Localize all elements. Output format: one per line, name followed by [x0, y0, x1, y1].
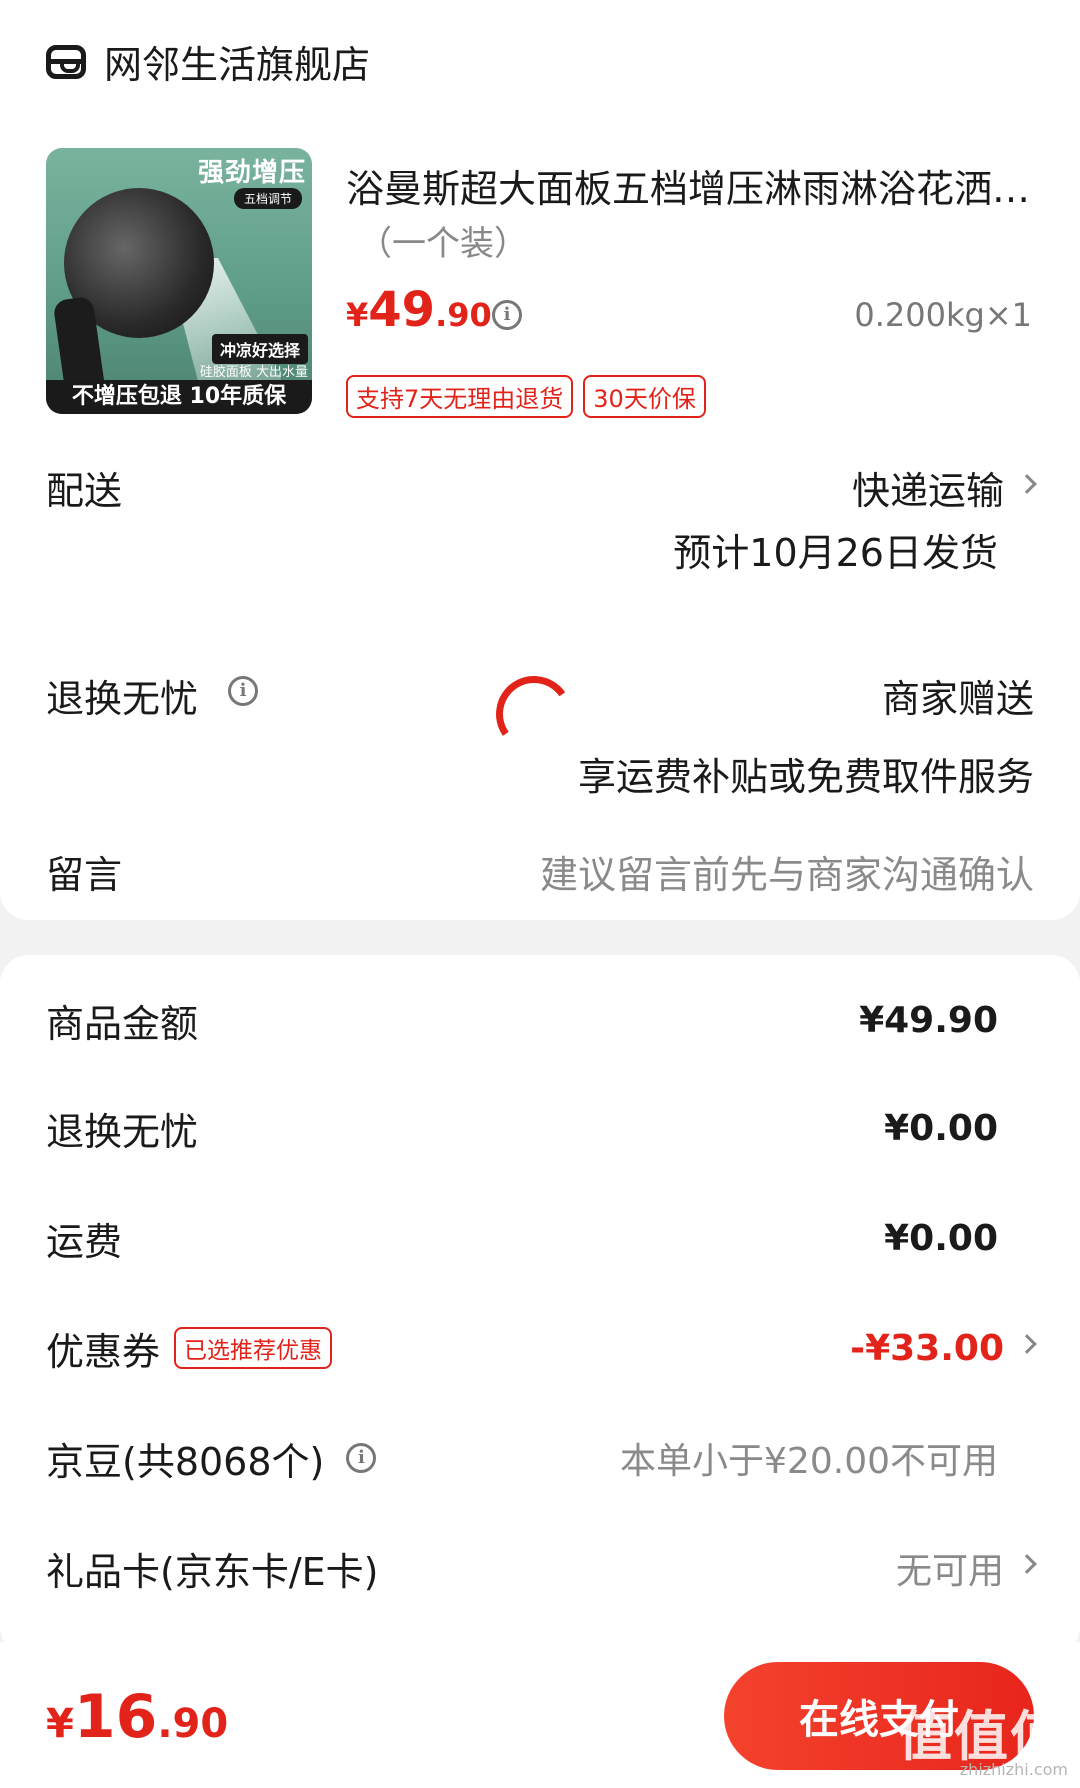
delivery-method-selector[interactable]: 快递运输: [851, 460, 1037, 515]
chevron-right-icon: [1017, 473, 1037, 494]
giftcard-label: 礼品卡(京东卡/E卡): [46, 1549, 379, 1594]
chevron-right-icon: [1017, 1334, 1037, 1354]
shipping-fee-label: 运费: [46, 1219, 123, 1264]
price-protect-badge: 30天价保: [583, 375, 706, 418]
thumb-choice: 冲凉好选择: [211, 334, 308, 364]
coupon-value: -¥33.00: [850, 1327, 1004, 1369]
returns-fee-value: ¥0.00: [884, 1107, 998, 1149]
total-price: ¥16.90: [46, 1682, 228, 1752]
jingdou-value: 本单小于¥20.00不可用: [620, 1441, 998, 1482]
delivery-label: 配送: [46, 469, 123, 513]
summary-shipping-row: 运费 ¥0.00: [46, 1208, 1034, 1268]
coupon-label: 优惠券: [46, 1329, 161, 1374]
goods-amount-label: 商品金额: [46, 1001, 199, 1046]
price-currency: ¥: [346, 296, 369, 334]
delivery-method: 快递运输: [851, 469, 1004, 513]
message-input[interactable]: 建议留言前先与商家沟通确认: [540, 844, 1034, 899]
total-currency: ¥: [46, 1701, 74, 1747]
returns-fee-label: 退换无忧: [46, 1109, 199, 1154]
info-icon[interactable]: i: [228, 676, 258, 706]
summary-jingdou-row: 京豆(共8068个) i 本单小于¥20.00不可用: [46, 1428, 1034, 1488]
info-icon[interactable]: i: [492, 300, 522, 330]
coupon-value-group: -¥33.00: [850, 1327, 1037, 1369]
giftcard-value: 无可用: [895, 1551, 1004, 1592]
goods-amount-value: ¥49.90: [859, 999, 998, 1041]
thumb-headline: 强劲增压: [197, 158, 306, 188]
total-decimal: .90: [157, 1701, 229, 1747]
product-spec: （一个装）: [358, 224, 528, 264]
jingdou-label-group: 京豆(共8068个) i: [46, 1431, 377, 1486]
coupon-label-group: 优惠券 已选推荐优惠: [46, 1321, 333, 1376]
returns-description: 享运费补贴或免费取件服务: [577, 755, 1034, 799]
thumb-features: 硅胶面板 大出水量: [199, 365, 308, 380]
store-name: 网邻生活旗舰店: [104, 43, 371, 87]
store-icon: [46, 44, 86, 79]
returns-label: 退换无忧: [46, 677, 199, 721]
giftcard-value-group: 无可用: [895, 1542, 1037, 1594]
summary-coupon-row[interactable]: 优惠券 已选推荐优惠 -¥33.00: [46, 1318, 1037, 1378]
weight-quantity: 0.200kg×1: [854, 296, 1032, 334]
thumb-guarantee: 不增压包退 10年质保: [46, 380, 312, 414]
chevron-right-icon: [1017, 1554, 1037, 1574]
product-title[interactable]: 浴曼斯超大面板五档增压淋雨淋浴花洒喷头: [346, 158, 1036, 213]
returns-value: 商家赠送: [881, 677, 1034, 721]
service-badges: 支持7天无理由退货 30天价保: [346, 375, 706, 418]
product-thumbnail[interactable]: 强劲增压 五档调节 冲凉好选择 硅胶面板 大出水量 不增压包退 10年质保: [46, 148, 312, 414]
shipping-fee-value: ¥0.00: [884, 1217, 998, 1259]
summary-returns-row: 退换无忧 ¥0.00: [46, 1098, 1034, 1158]
info-icon[interactable]: i: [346, 1443, 377, 1473]
jingdou-label: 京豆(共8068个): [46, 1439, 325, 1484]
return-badge: 支持7天无理由退货: [346, 375, 574, 418]
total-integer: 16: [73, 1682, 158, 1752]
thumb-mode: 五档调节: [233, 188, 302, 209]
message-label: 留言: [46, 853, 123, 897]
summary-goods-row: 商品金额 ¥49.90: [46, 990, 1034, 1050]
summary-giftcard-row[interactable]: 礼品卡(京东卡/E卡) 无可用: [46, 1538, 1037, 1598]
watermark-url: zhizhizhi.com: [959, 1760, 1068, 1779]
coupon-tag: 已选推荐优惠: [174, 1327, 333, 1369]
store-header[interactable]: 网邻生活旗舰店: [46, 34, 370, 89]
product-price: ¥49.90: [346, 282, 492, 338]
delivery-date: 预计10月26日发货: [673, 531, 998, 575]
price-decimal: .90: [435, 296, 492, 334]
price-integer: 49: [368, 282, 436, 338]
